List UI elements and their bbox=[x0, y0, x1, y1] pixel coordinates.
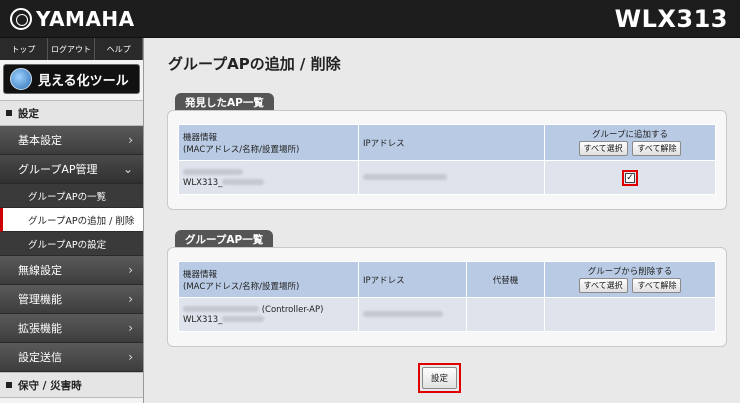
section-settings-header: 設定 bbox=[0, 100, 143, 126]
device-name-text: WLX313_ bbox=[183, 177, 223, 188]
mac-address-redacted bbox=[183, 168, 354, 178]
add-checkbox-cell: ✓ bbox=[544, 160, 716, 195]
col-device-info-line2: (MACアドレス/名称/設置場所) bbox=[183, 281, 300, 292]
col-ip: IPアドレス bbox=[358, 124, 545, 161]
nav-top-link[interactable]: トップ bbox=[0, 38, 48, 60]
nav-logout-link[interactable]: ログアウト bbox=[48, 38, 96, 60]
sidebar: トップ ログアウト ヘルプ 見える化ツール 設定 基本設定 › グループAP管理 ⌄… bbox=[0, 38, 144, 403]
device-name: WLX313_ bbox=[183, 315, 354, 325]
col-device-info-line2: (MACアドレス/名称/設置場所) bbox=[183, 144, 300, 155]
sidebar-item-label: 拡張機能 bbox=[18, 322, 62, 335]
sidebar-item-management[interactable]: 管理機能 › bbox=[0, 285, 143, 314]
sidebar-item-label: 設定送信 bbox=[18, 351, 62, 364]
top-nav: トップ ログアウト ヘルプ bbox=[0, 38, 144, 60]
yamaha-logo: YAMAHA bbox=[10, 7, 135, 31]
sidebar-subitem-group-ap-add-remove[interactable]: グループAPの追加 / 削除 bbox=[0, 208, 143, 232]
add-checkbox-highlight: ✓ bbox=[622, 169, 638, 186]
select-all-button[interactable]: すべて選択 bbox=[578, 278, 628, 293]
square-bullet-icon bbox=[6, 382, 12, 388]
group-ap-tab: グループAP一覧 bbox=[175, 230, 274, 248]
remove-cell bbox=[544, 297, 716, 332]
ip-address-cell bbox=[358, 160, 545, 195]
brand-name: YAMAHA bbox=[36, 7, 135, 31]
backup-cell bbox=[466, 297, 545, 332]
square-bullet-icon bbox=[6, 110, 12, 116]
col-add-to-group: グループに追加する すべて選択 すべて解除 bbox=[544, 124, 716, 161]
col-device-info-line1: 機器情報 bbox=[183, 132, 218, 143]
chevron-right-icon: › bbox=[128, 321, 133, 335]
group-ap-table: 機器情報 (MACアドレス/名称/設置場所) IPアドレス 代替機 グループから削… bbox=[178, 261, 716, 332]
visualization-tool-label: 見える化ツール bbox=[38, 73, 129, 89]
clear-all-button[interactable]: すべて解除 bbox=[632, 278, 682, 293]
sidebar-item-label: 基本設定 bbox=[18, 134, 62, 147]
controller-ap-label: (Controller-AP) bbox=[261, 304, 324, 315]
chevron-right-icon: › bbox=[128, 350, 133, 364]
section-maintenance-label: 保守 / 災害時 bbox=[18, 379, 82, 392]
col-device-info: 機器情報 (MACアドレス/名称/設置場所) bbox=[178, 261, 359, 298]
submit-button-highlight: 設定 bbox=[418, 363, 462, 393]
device-name: WLX313_ bbox=[183, 178, 354, 188]
chevron-right-icon: › bbox=[128, 263, 133, 277]
sidebar-item-group-ap[interactable]: グループAP管理 ⌄ bbox=[0, 155, 143, 184]
main-content: グループAPの追加 / 削除 発見したAP一覧 機器情報 (MACアドレス/名称/… bbox=[145, 38, 740, 403]
col-add-to-group-label: グループに追加する bbox=[592, 130, 668, 140]
submit-settings-button[interactable]: 設定 bbox=[422, 367, 458, 389]
model-name: WLX313 bbox=[614, 5, 728, 33]
device-name-text: WLX313_ bbox=[183, 314, 223, 325]
col-backup: 代替機 bbox=[466, 261, 545, 298]
sidebar-item-wireless-settings[interactable]: 無線設定 › bbox=[0, 256, 143, 285]
device-info-cell: WLX313_ bbox=[178, 160, 359, 195]
sidebar-item-extensions[interactable]: 拡張機能 › bbox=[0, 314, 143, 343]
table-row: WLX313_ ✓ bbox=[178, 160, 716, 195]
table-header-row: 機器情報 (MACアドレス/名称/設置場所) IPアドレス グループに追加する す… bbox=[178, 124, 716, 161]
col-ip: IPアドレス bbox=[358, 261, 467, 298]
table-row: (Controller-AP) WLX313_ bbox=[178, 297, 716, 332]
sidebar-item-label: 無線設定 bbox=[18, 264, 62, 277]
visualization-globe-icon bbox=[10, 68, 32, 90]
col-remove-from-group: グループから削除する すべて選択 すべて解除 bbox=[544, 261, 716, 298]
chevron-right-icon: › bbox=[128, 292, 133, 306]
mac-address-line: (Controller-AP) bbox=[183, 305, 354, 315]
page-title: グループAPの追加 / 削除 bbox=[168, 55, 341, 73]
col-device-info-line1: 機器情報 bbox=[183, 269, 218, 280]
chevron-down-icon: ⌄ bbox=[122, 162, 133, 176]
chevron-right-icon: › bbox=[128, 133, 133, 147]
found-ap-panel: 機器情報 (MACアドレス/名称/設置場所) IPアドレス グループに追加する す… bbox=[167, 110, 727, 210]
add-to-group-checkbox[interactable]: ✓ bbox=[625, 172, 635, 183]
found-ap-table: 機器情報 (MACアドレス/名称/設置場所) IPアドレス グループに追加する す… bbox=[178, 124, 716, 195]
group-ap-panel: 機器情報 (MACアドレス/名称/設置場所) IPアドレス 代替機 グループから削… bbox=[167, 247, 727, 347]
sidebar-item-basic-settings[interactable]: 基本設定 › bbox=[0, 126, 143, 155]
section-settings-label: 設定 bbox=[18, 107, 39, 120]
table-header-row: 機器情報 (MACアドレス/名称/設置場所) IPアドレス 代替機 グループから削… bbox=[178, 261, 716, 298]
sidebar-item-label: グループAP管理 bbox=[18, 163, 98, 176]
ip-address-cell bbox=[358, 297, 467, 332]
sidebar-item-config-send[interactable]: 設定送信 › bbox=[0, 343, 143, 372]
header: YAMAHA WLX313 bbox=[0, 0, 740, 38]
clear-all-button[interactable]: すべて解除 bbox=[632, 141, 682, 156]
sidebar-item-label: 管理機能 bbox=[18, 293, 62, 306]
select-all-button[interactable]: すべて選択 bbox=[578, 141, 628, 156]
sidebar-subitem-group-ap-settings[interactable]: グループAPの設定 bbox=[0, 232, 143, 256]
device-info-cell: (Controller-AP) WLX313_ bbox=[178, 297, 359, 332]
col-remove-from-group-label: グループから削除する bbox=[587, 267, 673, 277]
sidebar-subitem-group-ap-list[interactable]: グループAPの一覧 bbox=[0, 184, 143, 208]
col-device-info: 機器情報 (MACアドレス/名称/設置場所) bbox=[178, 124, 359, 161]
visualization-tool-button[interactable]: 見える化ツール bbox=[3, 64, 140, 94]
nav-help-link[interactable]: ヘルプ bbox=[95, 38, 144, 60]
found-ap-tab: 発見したAP一覧 bbox=[175, 93, 274, 111]
section-maintenance-header: 保守 / 災害時 bbox=[0, 372, 143, 398]
yamaha-emblem-icon bbox=[10, 8, 32, 30]
